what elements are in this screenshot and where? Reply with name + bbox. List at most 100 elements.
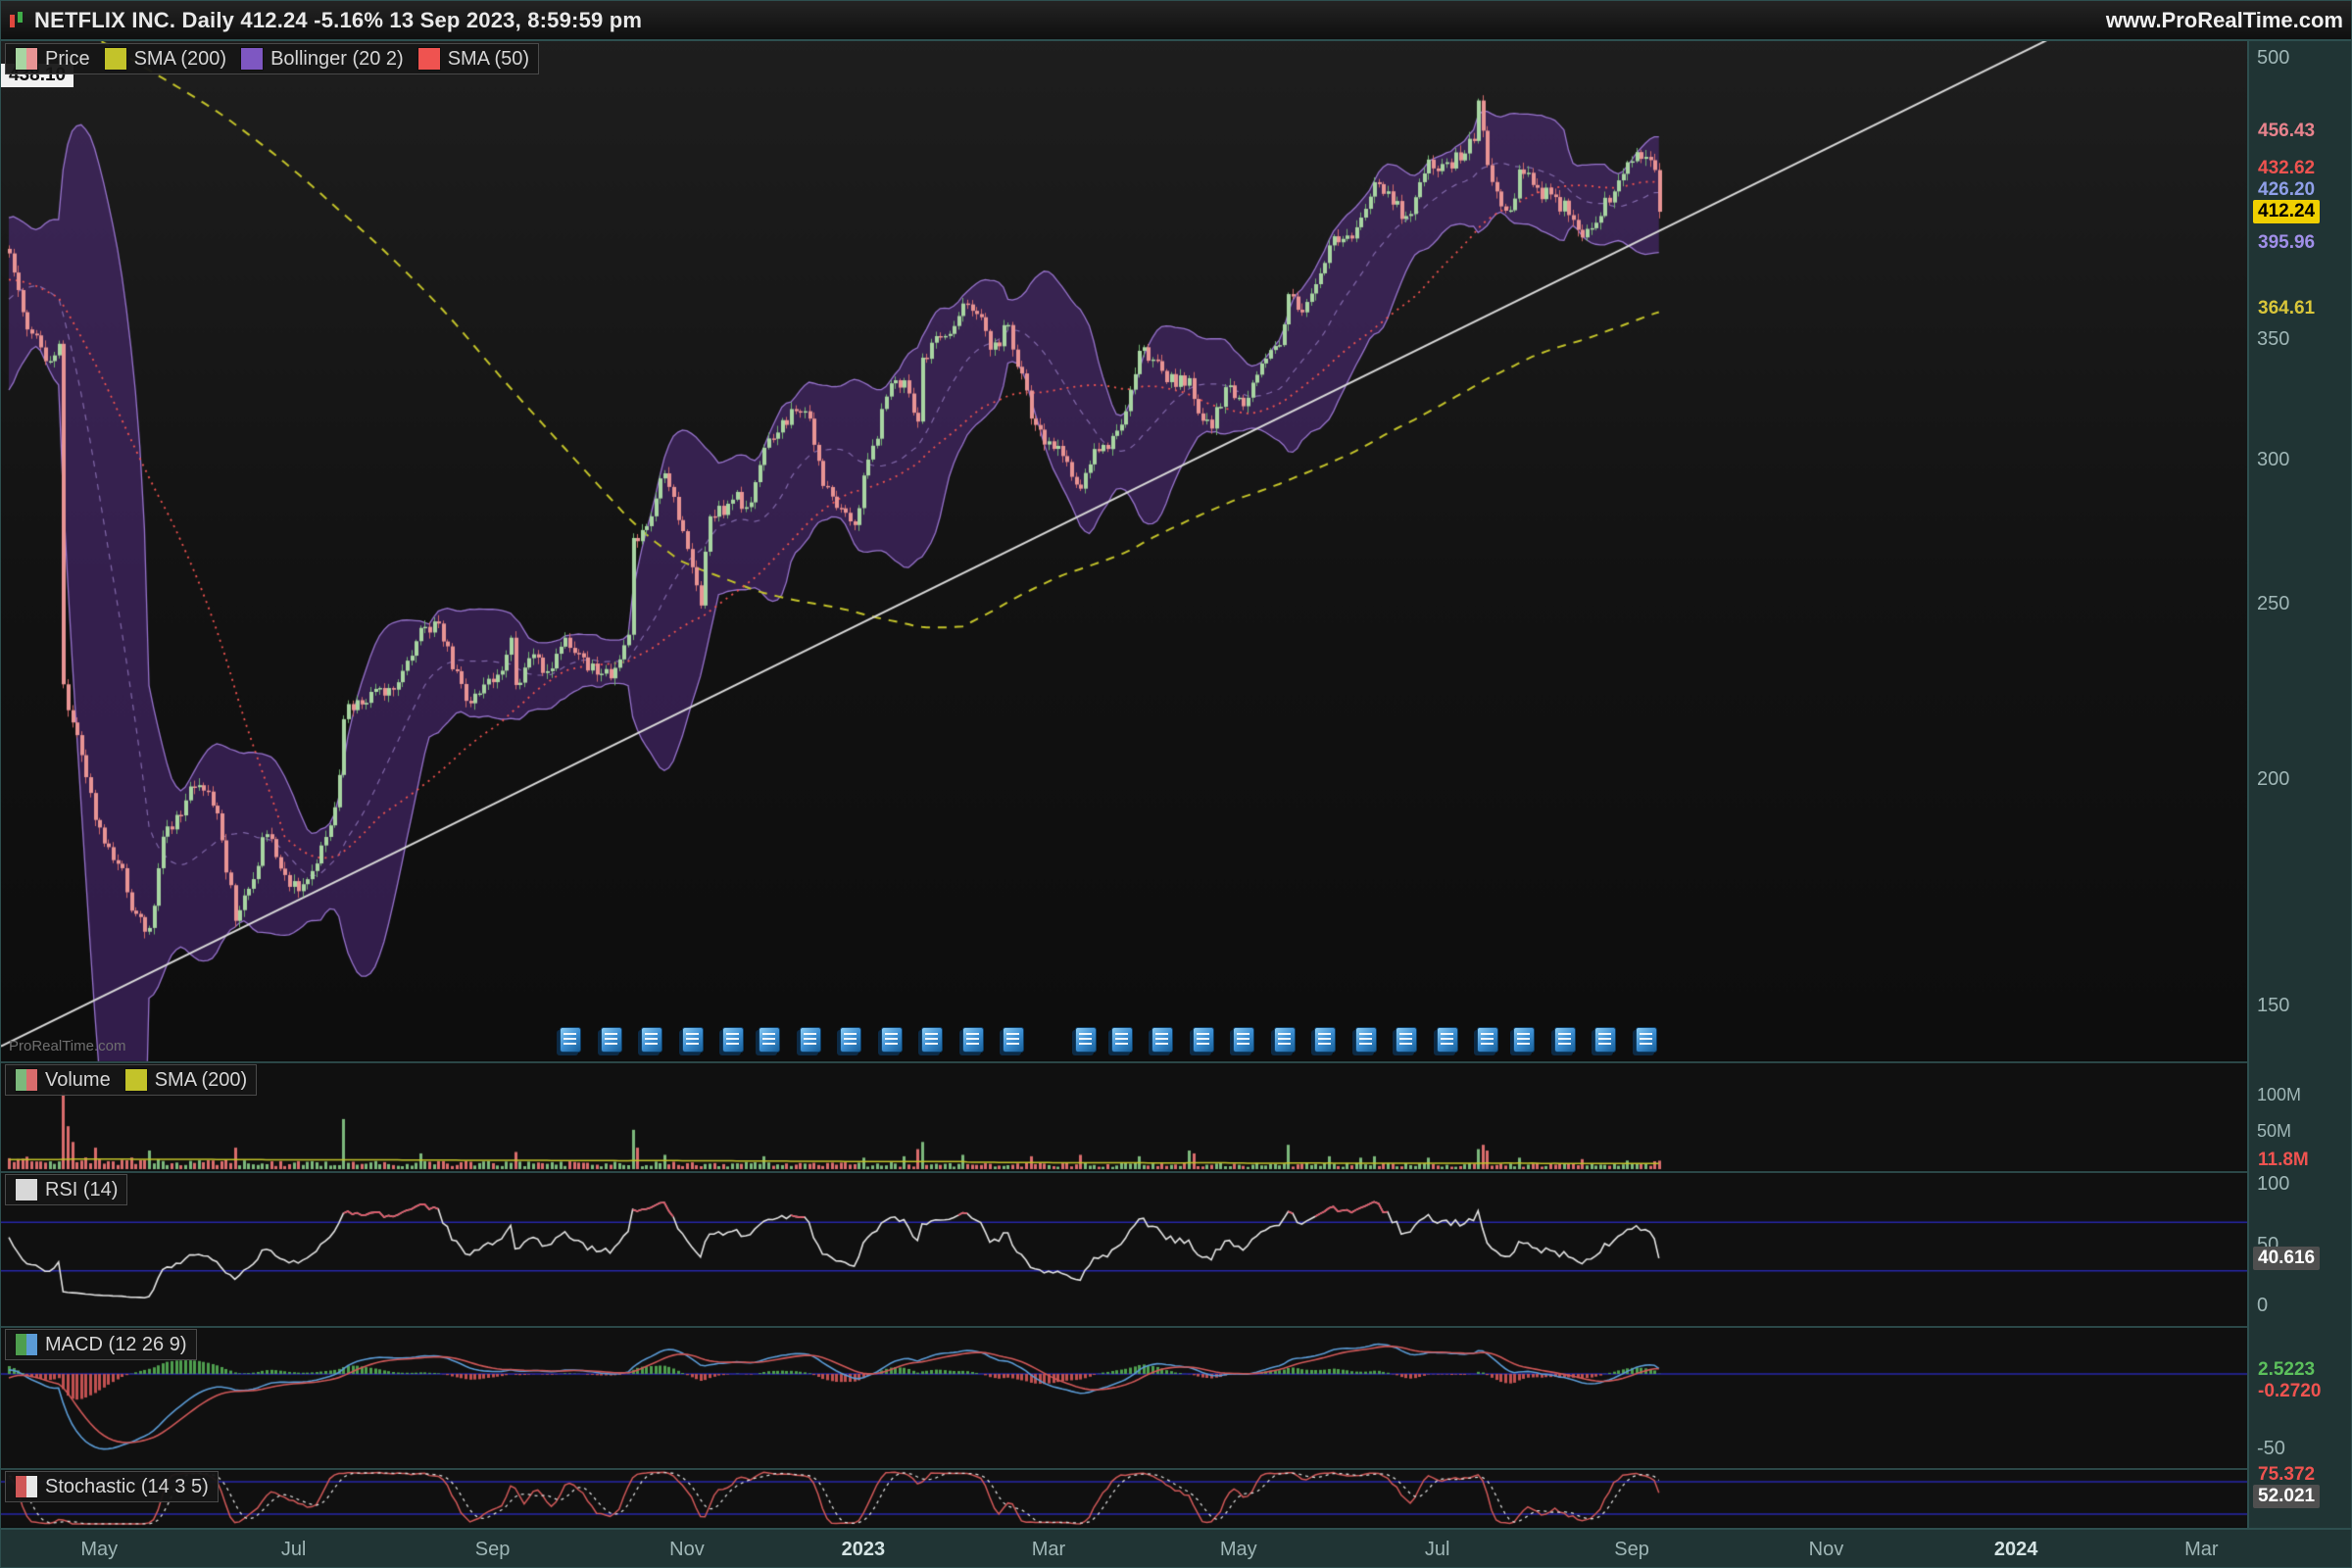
time-tick: Sep xyxy=(449,1539,537,1561)
pane-divider[interactable] xyxy=(1,1468,2247,1470)
legend-label: Stochast­ic (14 3 5) xyxy=(45,1476,209,1498)
news-icon[interactable] xyxy=(1477,1027,1498,1053)
pane-divider[interactable] xyxy=(1,1326,2247,1328)
axis-tick: 100 xyxy=(2257,1173,2289,1196)
time-tick: May xyxy=(1195,1539,1283,1561)
time-tick: Mar xyxy=(2157,1539,2245,1561)
legend-stoch[interactable]: Stochast­ic (14 3 5) xyxy=(5,1471,219,1502)
news-icon[interactable] xyxy=(1003,1027,1024,1053)
axis-value-badge: 40.616 xyxy=(2253,1247,2320,1270)
legend-item[interactable]: SMA (200) xyxy=(124,1068,247,1092)
legend-label: Bollinger (20 2) xyxy=(270,48,404,71)
time-tick: Nov xyxy=(643,1539,731,1561)
news-icon[interactable] xyxy=(840,1027,861,1053)
news-icon[interactable] xyxy=(1355,1027,1377,1053)
legend-swatch-icon xyxy=(104,47,127,71)
time-tick: 2023 xyxy=(819,1539,907,1561)
news-icon[interactable] xyxy=(759,1027,780,1053)
legend-swatch-icon xyxy=(15,1475,38,1498)
news-icon[interactable] xyxy=(881,1027,903,1053)
news-icon[interactable] xyxy=(1636,1027,1657,1053)
legend-label: Price xyxy=(45,48,90,71)
price-axis[interactable]: 500350300250200150100M50M100500-50456.43… xyxy=(2247,41,2352,1528)
legend-item[interactable]: Stochast­ic (14 3 5) xyxy=(15,1475,209,1498)
axis-tick: 50M xyxy=(2257,1121,2291,1142)
news-icon[interactable] xyxy=(601,1027,622,1053)
time-tick: Jul xyxy=(250,1539,338,1561)
news-icon[interactable] xyxy=(1437,1027,1458,1053)
time-tick: May xyxy=(55,1539,143,1561)
axis-tick: 0 xyxy=(2257,1295,2268,1317)
axis-tick: 500 xyxy=(2257,47,2289,70)
legend-label: SMA (200) xyxy=(155,1069,247,1092)
axis-tick: 100M xyxy=(2257,1085,2301,1105)
axis-value-badge: 52.021 xyxy=(2253,1485,2320,1508)
news-icon[interactable] xyxy=(1233,1027,1254,1053)
news-icon[interactable] xyxy=(800,1027,821,1053)
axis-value-badge: 395.96 xyxy=(2253,231,2320,255)
legend-item[interactable]: Volume xyxy=(15,1068,111,1092)
site-url: www.ProRealTime.com xyxy=(2106,8,2343,33)
legend-item[interactable]: SMA (50) xyxy=(417,47,529,71)
axis-value-badge: -0.2720 xyxy=(2253,1380,2326,1403)
axis-value-badge: 412.24 xyxy=(2253,200,2320,223)
legend-swatch-icon xyxy=(124,1068,148,1092)
legend-label: RSI (14) xyxy=(45,1179,118,1201)
legend-item[interactable]: SMA (200) xyxy=(104,47,226,71)
news-icon[interactable] xyxy=(1193,1027,1214,1053)
prorealtime-logo-icon xyxy=(7,11,26,30)
news-icon[interactable] xyxy=(1075,1027,1097,1053)
chart-title: NETFLIX INC. Daily 412.24 -5.16% 13 Sep … xyxy=(34,8,642,33)
pane-divider[interactable] xyxy=(1,1171,2247,1173)
legend-item[interactable]: Bollinger (20 2) xyxy=(240,47,404,71)
time-tick: Mar xyxy=(1004,1539,1093,1561)
axis-value-badge: 75.372 xyxy=(2253,1463,2320,1487)
legend-label: SMA (50) xyxy=(448,48,529,71)
legend-item[interactable]: RSI (14) xyxy=(15,1178,118,1201)
legend-swatch-icon xyxy=(240,47,264,71)
watermark: ProRealTime.com xyxy=(9,1038,125,1054)
legend-swatch-icon xyxy=(15,1178,38,1201)
axis-value-badge: 2.5223 xyxy=(2253,1358,2320,1382)
axis-tick: 200 xyxy=(2257,768,2289,791)
time-axis[interactable]: MayJulSepNov2023MarMayJulSepNov2024Mar xyxy=(1,1528,2352,1568)
time-tick: Nov xyxy=(1782,1539,1870,1561)
legend-item[interactable]: Price xyxy=(15,47,90,71)
news-icon[interactable] xyxy=(1274,1027,1296,1053)
news-icon[interactable] xyxy=(1554,1027,1576,1053)
legend-volume[interactable]: Volume SMA (200) xyxy=(5,1064,257,1096)
legend-rsi[interactable]: RSI (14) xyxy=(5,1174,127,1205)
axis-tick: -50 xyxy=(2257,1438,2285,1460)
chart-canvas[interactable] xyxy=(1,41,2247,1528)
time-tick: 2024 xyxy=(1972,1539,2060,1561)
legend-price[interactable]: Price SMA (200) Bollinger (20 2) SMA (50) xyxy=(5,43,539,74)
legend-swatch-icon xyxy=(15,1333,38,1356)
title-bar: NETFLIX INC. Daily 412.24 -5.16% 13 Sep … xyxy=(1,1,2352,41)
news-icon[interactable] xyxy=(722,1027,744,1053)
news-icon[interactable] xyxy=(1513,1027,1535,1053)
axis-value-badge: 364.61 xyxy=(2253,297,2320,320)
news-icon[interactable] xyxy=(962,1027,984,1053)
legend-swatch-icon xyxy=(15,47,38,71)
legend-macd[interactable]: MACD (12 26 9) xyxy=(5,1329,197,1360)
news-icon[interactable] xyxy=(1396,1027,1417,1053)
news-icon[interactable] xyxy=(1314,1027,1336,1053)
news-icon[interactable] xyxy=(1594,1027,1616,1053)
axis-value-badge: 456.43 xyxy=(2253,120,2320,143)
axis-tick: 150 xyxy=(2257,995,2289,1017)
news-icon[interactable] xyxy=(1152,1027,1173,1053)
pane-divider[interactable] xyxy=(1,1061,2247,1063)
axis-value-badge: 432.62 xyxy=(2253,157,2320,180)
prorealtime-window: NETFLIX INC. Daily 412.24 -5.16% 13 Sep … xyxy=(0,0,2352,1568)
axis-tick: 300 xyxy=(2257,449,2289,471)
news-icon[interactable] xyxy=(641,1027,662,1053)
legend-label: SMA (200) xyxy=(134,48,226,71)
news-icon[interactable] xyxy=(921,1027,943,1053)
axis-tick: 250 xyxy=(2257,593,2289,615)
axis-tick: 350 xyxy=(2257,328,2289,351)
legend-item[interactable]: MACD (12 26 9) xyxy=(15,1333,187,1356)
news-icon[interactable] xyxy=(682,1027,704,1053)
news-icon[interactable] xyxy=(1111,1027,1133,1053)
news-icon[interactable] xyxy=(560,1027,581,1053)
legend-label: MACD (12 26 9) xyxy=(45,1334,187,1356)
